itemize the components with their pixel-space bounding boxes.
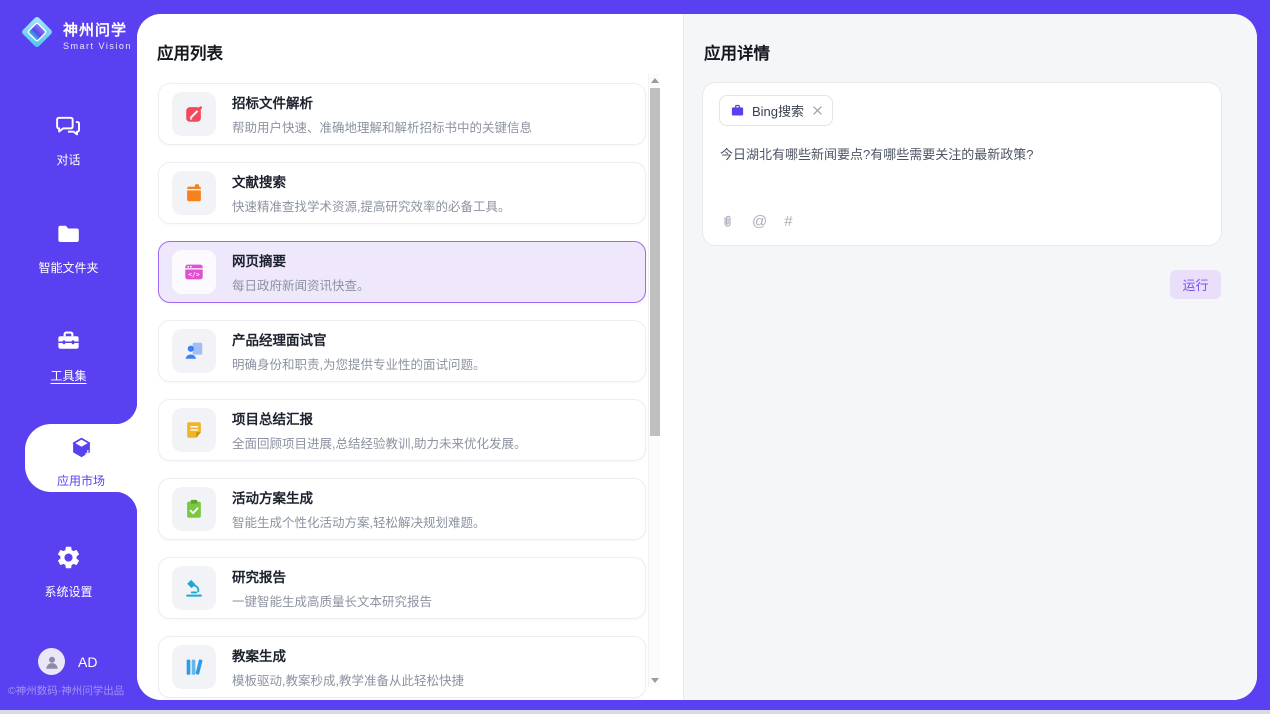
app-card-description: 明确身份和职责,为您提供专业性的面试问题。 [232, 354, 485, 373]
app-icon-tile [172, 487, 216, 531]
interviewer-icon [183, 340, 205, 362]
app-icon-tile [172, 92, 216, 136]
app-card[interactable]: 招标文件解析 帮助用户快速、准确地理解和解析招标书中的关键信息 [158, 83, 646, 145]
main-content: 应用列表 招标文件解析 帮助用户快速、准确地理解和解析招标书中的关键信息 文献搜… [137, 14, 1257, 700]
app-card-description: 智能生成个性化活动方案,轻松解决规划难题。 [232, 512, 485, 531]
sidebar-item-label: 工具集 [50, 367, 86, 384]
briefcase-icon [730, 103, 745, 118]
sidebar-item-label: 智能文件夹 [38, 259, 98, 276]
brand-subtitle: Smart Vision [63, 41, 132, 51]
folder-icon [55, 220, 82, 252]
app-card[interactable]: </> 网页摘要 每日政府新闻资讯快查。 [158, 241, 646, 303]
sidebar-item-label: 应用市场 [57, 472, 105, 489]
app-card-description: 模板驱动,教案秒成,教学准备从此轻松快捷 [232, 670, 464, 689]
scrollbar-thumb[interactable] [650, 88, 660, 436]
close-icon[interactable] [813, 106, 822, 115]
sidebar-item-label: 对话 [56, 151, 80, 168]
brand-name: 神州问学 [63, 19, 132, 40]
sidebar-item-settings[interactable]: 系统设置 [0, 544, 137, 600]
tool-tag-bing-search[interactable]: Bing搜索 [719, 95, 833, 126]
app-list-title: 应用列表 [157, 40, 223, 64]
app-card-description: 全面回顾项目进展,总结经验教训,助力未来优化发展。 [232, 433, 526, 452]
copyright-text: ©神州数码·神州问学出品 [8, 683, 124, 698]
app-icon-tile [172, 171, 216, 215]
query-input[interactable]: 今日湖北有哪些新闻要点?有哪些需要关注的最新政策? [720, 145, 1205, 165]
app-card-title: 项目总结汇报 [232, 408, 526, 428]
edit-doc-icon [183, 103, 205, 125]
browser-code-icon: </> [183, 261, 205, 283]
gear-icon [55, 544, 82, 576]
sidebar-item-label: 系统设置 [44, 583, 92, 600]
toolbox-icon [55, 328, 82, 360]
scroll-up-icon[interactable] [651, 78, 659, 83]
sidebar-item-toolset[interactable]: 工具集 [0, 328, 137, 384]
app-card-title: 活动方案生成 [232, 487, 485, 507]
app-list-panel: 应用列表 招标文件解析 帮助用户快速、准确地理解和解析招标书中的关键信息 文献搜… [137, 14, 683, 700]
person-icon [43, 653, 61, 671]
app-card-title: 研究报告 [232, 566, 432, 586]
paperclip-icon[interactable] [720, 213, 735, 230]
app-card[interactable]: 活动方案生成 智能生成个性化活动方案,轻松解决规划难题。 [158, 478, 646, 540]
sidebar-item-chat[interactable]: 对话 [0, 112, 137, 168]
bottom-strip [0, 710, 1270, 714]
app-card[interactable]: 研究报告 一键智能生成高质量长文本研究报告 [158, 557, 646, 619]
app-icon-tile: </> [172, 250, 216, 294]
app-card-description: 每日政府新闻资讯快查。 [232, 275, 370, 294]
app-card-title: 网页摘要 [232, 250, 370, 270]
app-card[interactable]: 教案生成 模板驱动,教案秒成,教学准备从此轻松快捷 [158, 636, 646, 698]
clipboard-check-icon [183, 498, 205, 520]
sidebar-active-indicator: 应用市场 [25, 424, 137, 492]
app-detail-title: 应用详情 [704, 40, 770, 64]
sidebar-item-smart-folder[interactable]: 智能文件夹 [0, 220, 137, 276]
app-card-description: 帮助用户快速、准确地理解和解析招标书中的关键信息 [232, 117, 532, 136]
research-icon [183, 577, 205, 599]
app-card-title: 产品经理面试官 [232, 329, 485, 349]
avatar [38, 648, 65, 675]
note-icon [183, 419, 205, 441]
app-card[interactable]: 产品经理面试官 明确身份和职责,为您提供专业性的面试问题。 [158, 320, 646, 382]
book-icon [183, 182, 205, 204]
chat-icon [55, 112, 82, 144]
tool-tag-label: Bing搜索 [752, 101, 804, 120]
app-icon-tile [172, 408, 216, 452]
scrollbar[interactable] [648, 74, 660, 687]
app-card-title: 文献搜索 [232, 171, 510, 191]
app-card-description: 一键智能生成高质量长文本研究报告 [232, 591, 432, 610]
scroll-down-icon[interactable] [651, 678, 659, 683]
app-detail-panel: 应用详情 Bing搜索 今日 [683, 14, 1257, 700]
diamond-logo-icon [18, 13, 56, 56]
app-icon-tile [172, 329, 216, 373]
at-icon[interactable]: @ [752, 214, 767, 229]
prompt-card: Bing搜索 今日湖北有哪些新闻要点?有哪些需要关注的最新政策? @ [702, 82, 1222, 246]
app-card-title: 招标文件解析 [232, 92, 532, 112]
app-card-description: 快速精准查找学术资源,提高研究效率的必备工具。 [232, 196, 510, 215]
brand: 神州问学 Smart Vision [18, 13, 132, 56]
run-button[interactable]: 运行 [1170, 270, 1221, 299]
app-icon-tile [172, 645, 216, 689]
books-icon [183, 656, 205, 678]
app-icon-tile [172, 566, 216, 610]
user-name: AD [78, 654, 97, 670]
input-toolbar: @ # [720, 213, 793, 230]
hash-icon[interactable]: # [784, 214, 792, 229]
sidebar-item-app-market[interactable]: 应用市场 [25, 435, 137, 489]
app-card-list: 招标文件解析 帮助用户快速、准确地理解和解析招标书中的关键信息 文献搜索 快速精… [158, 83, 646, 700]
cube-icon [68, 435, 95, 467]
sidebar: 神州问学 Smart Vision 对话 智能文件夹 [0, 0, 137, 710]
svg-text:</>: </> [188, 270, 200, 278]
user-account[interactable]: AD [38, 648, 97, 675]
app-card[interactable]: 项目总结汇报 全面回顾项目进展,总结经验教训,助力未来优化发展。 [158, 399, 646, 461]
app-window: 神州问学 Smart Vision 对话 智能文件夹 [0, 0, 1270, 714]
app-card[interactable]: 文献搜索 快速精准查找学术资源,提高研究效率的必备工具。 [158, 162, 646, 224]
app-card-title: 教案生成 [232, 645, 464, 665]
